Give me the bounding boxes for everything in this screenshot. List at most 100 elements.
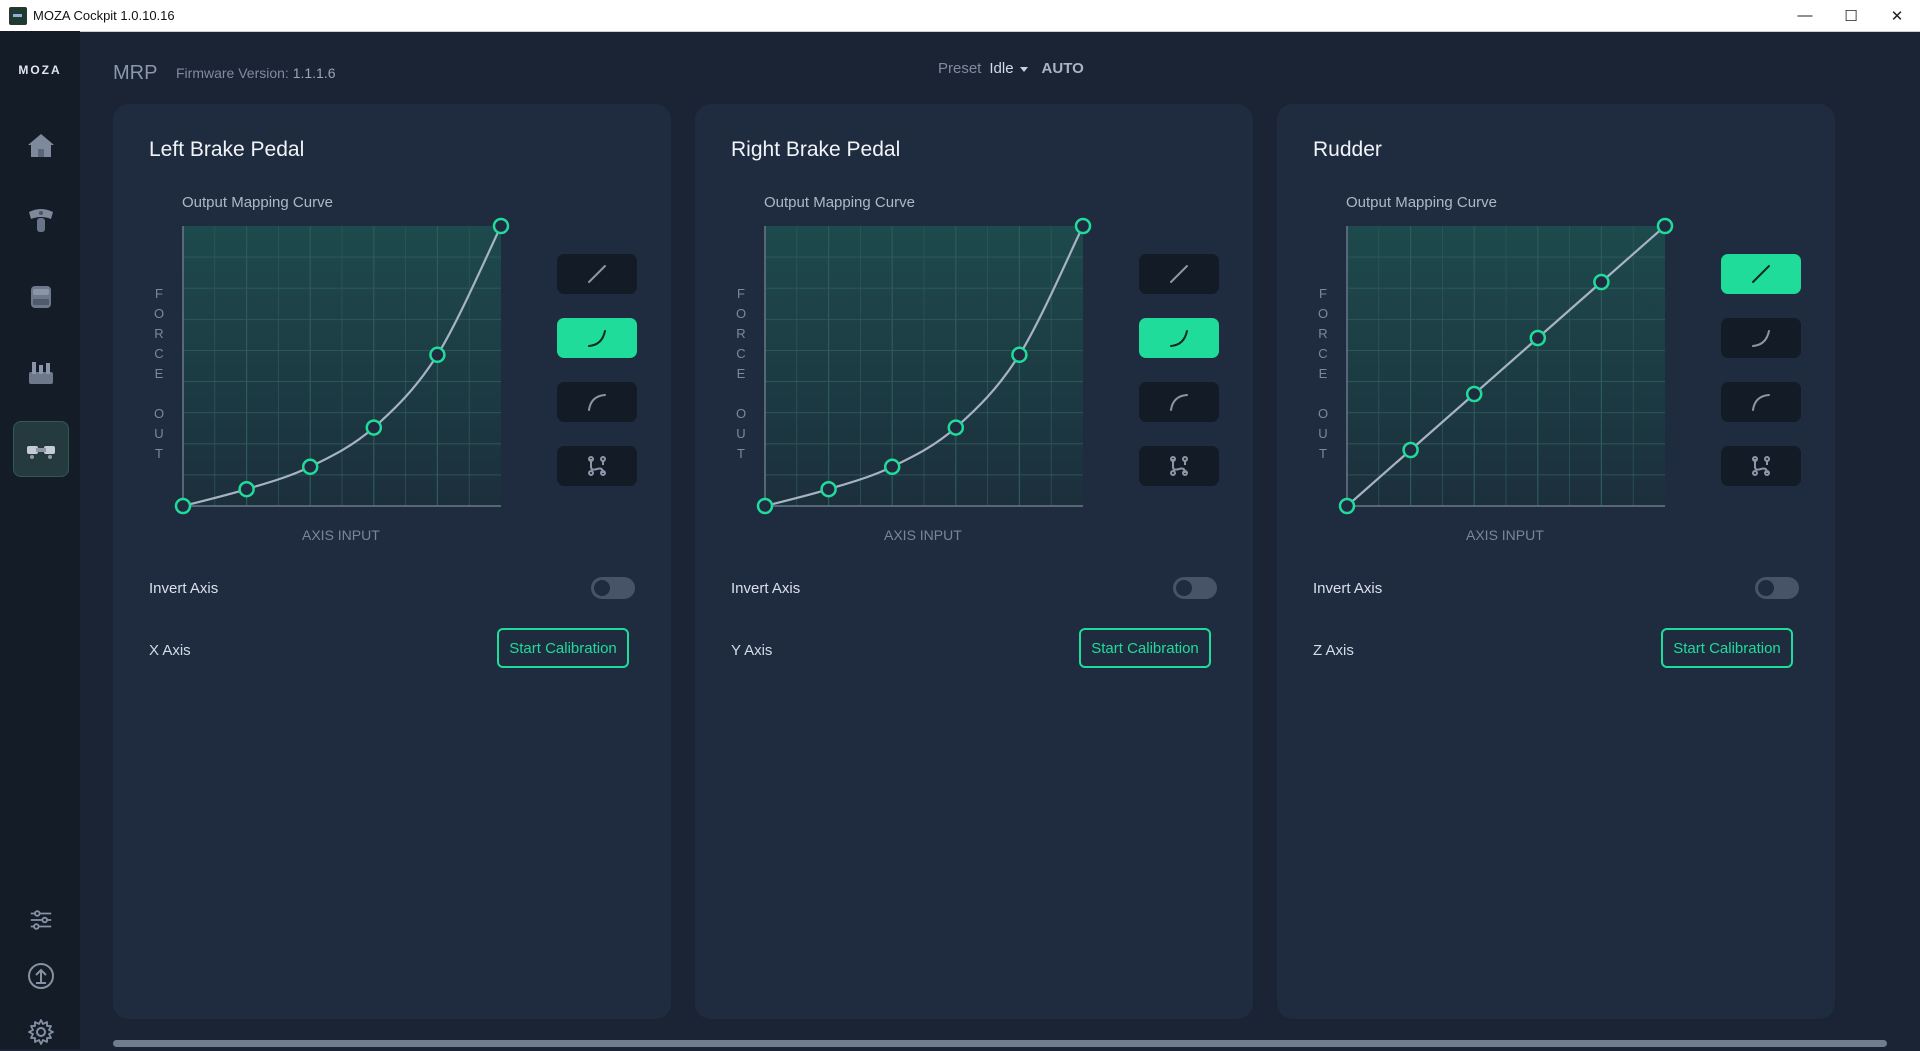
y-axis-label: FORCEOUT (735, 286, 747, 461)
mapping-curve-chart[interactable] (173, 216, 511, 516)
curve-preset-custom-button[interactable] (1721, 446, 1801, 486)
curve-preset-exponential-button[interactable] (1721, 318, 1801, 358)
auto-preset-button[interactable]: AUTO (1042, 60, 1084, 77)
sidebar-item-home[interactable] (13, 117, 69, 173)
curve-control-point[interactable] (174, 497, 192, 515)
curve-control-point[interactable] (238, 480, 255, 498)
sidebar-item-firmware-update[interactable] (22, 957, 60, 995)
joystick-icon (29, 209, 53, 232)
sidebar-item-settings-sliders[interactable] (22, 901, 60, 939)
start-calibration-button[interactable]: Start Calibration (1079, 628, 1211, 668)
preset-bar: Preset Idle AUTO (938, 60, 1084, 77)
title-bar: MOZA Cockpit 1.0.10.16 — ☐ ✕ (0, 0, 1920, 32)
upload-icon (28, 963, 54, 989)
sidebar-item-switch-panel[interactable] (13, 345, 69, 401)
curve-control-point[interactable] (429, 346, 446, 364)
curve-preset-logarithmic-button[interactable] (1139, 382, 1219, 422)
curve-preset-exponential-button[interactable] (1139, 318, 1219, 358)
curve-preset-linear-button[interactable] (1721, 254, 1801, 294)
curve-preset-custom-button[interactable] (1139, 446, 1219, 486)
curve-preset-custom-button[interactable] (557, 446, 637, 486)
curve-control-point[interactable] (1338, 497, 1356, 515)
curve-preset-logarithmic-button[interactable] (1721, 382, 1801, 422)
curve-control-point[interactable] (756, 497, 774, 515)
custom-curve-icon (588, 456, 606, 476)
curve-preset-logarithmic-button[interactable] (557, 382, 637, 422)
mapping-curve-chart[interactable] (1337, 216, 1675, 516)
sidebar-item-settings[interactable] (22, 1013, 60, 1051)
device-name: MRP (113, 62, 158, 84)
curve-control-point[interactable] (1529, 329, 1547, 347)
x-axis-label: AXIS INPUT (884, 527, 962, 543)
linear-curve-icon (1752, 265, 1770, 283)
start-calibration-button[interactable]: Start Calibration (497, 628, 629, 668)
minimize-button[interactable]: — (1782, 0, 1828, 31)
logarithmic-curve-icon (588, 394, 606, 411)
preset-label: Preset (938, 60, 982, 77)
axis-name: Y Axis (731, 642, 773, 659)
toggle-knob (1176, 580, 1192, 596)
curve-control-point[interactable] (820, 480, 837, 498)
chevron-down-icon (1019, 66, 1028, 72)
invert-axis-toggle[interactable] (1755, 577, 1799, 599)
linear-curve-icon (588, 265, 606, 283)
curve-control-point[interactable] (1465, 385, 1483, 403)
sidebar-item-rudder-pedals[interactable] (13, 421, 69, 477)
curve-control-point[interactable] (883, 458, 901, 476)
preset-dropdown[interactable]: Idle (989, 60, 1028, 77)
curve-control-point[interactable] (1074, 217, 1092, 235)
home-icon (28, 134, 54, 157)
firmware-version: Firmware Version: 1.1.1.6 (176, 65, 336, 81)
switch-panel-icon (29, 362, 53, 384)
curve-control-point[interactable] (365, 419, 383, 436)
firmware-value: 1.1.1.6 (292, 65, 336, 81)
curve-control-point[interactable] (301, 458, 319, 476)
exponential-curve-icon (1170, 330, 1188, 347)
curve-control-point[interactable] (947, 419, 965, 436)
curve-control-point[interactable] (1593, 273, 1610, 291)
y-axis-label: FORCEOUT (153, 286, 165, 461)
curve-control-point[interactable] (1011, 346, 1028, 364)
maximize-button[interactable]: ☐ (1828, 0, 1874, 31)
firmware-label: Firmware Version: (176, 65, 289, 81)
horizontal-scrollbar[interactable] (113, 1040, 1887, 1047)
curve-control-point[interactable] (1402, 441, 1419, 459)
axis-card: Right Brake Pedal Output Mapping Curve F… (695, 104, 1253, 1019)
exponential-curve-icon (588, 330, 606, 347)
exponential-curve-icon (1752, 330, 1770, 347)
x-axis-label: AXIS INPUT (302, 527, 380, 543)
start-calibration-button[interactable]: Start Calibration (1661, 628, 1793, 668)
custom-curve-icon (1170, 456, 1188, 476)
close-button[interactable]: ✕ (1874, 0, 1920, 31)
invert-axis-toggle[interactable] (591, 577, 635, 599)
sliders-icon (30, 910, 52, 930)
gear-icon (28, 1019, 54, 1045)
invert-axis-toggle[interactable] (1173, 577, 1217, 599)
sidebar-item-joystick[interactable] (13, 193, 69, 249)
app-icon (9, 6, 27, 25)
invert-axis-label: Invert Axis (1313, 580, 1383, 597)
preset-value: Idle (989, 60, 1014, 77)
axis-card: Left Brake Pedal Output Mapping Curve FO… (113, 104, 671, 1019)
curve-preset-linear-button[interactable] (1139, 254, 1219, 294)
sidebar: MOZA (0, 31, 80, 1049)
curve-label: Output Mapping Curve (182, 194, 333, 211)
logarithmic-curve-icon (1752, 394, 1770, 411)
sidebar-item-throttle[interactable] (13, 269, 69, 325)
curve-control-point[interactable] (492, 217, 510, 235)
y-axis-label: FORCEOUT (1317, 286, 1329, 461)
curve-label: Output Mapping Curve (764, 194, 915, 211)
logarithmic-curve-icon (1170, 394, 1188, 411)
window-title: MOZA Cockpit 1.0.10.16 (33, 8, 175, 23)
throttle-icon (31, 286, 51, 308)
brand-logo: MOZA (18, 63, 62, 77)
curve-control-point[interactable] (1656, 217, 1674, 235)
axis-name: X Axis (149, 642, 191, 659)
x-axis-label: AXIS INPUT (1466, 527, 1544, 543)
axis-card: Rudder Output Mapping Curve FORCEOUT AXI… (1277, 104, 1835, 1019)
curve-preset-linear-button[interactable] (557, 254, 637, 294)
card-title: Right Brake Pedal (731, 138, 901, 161)
invert-axis-label: Invert Axis (149, 580, 219, 597)
curve-preset-exponential-button[interactable] (557, 318, 637, 358)
mapping-curve-chart[interactable] (755, 216, 1093, 516)
